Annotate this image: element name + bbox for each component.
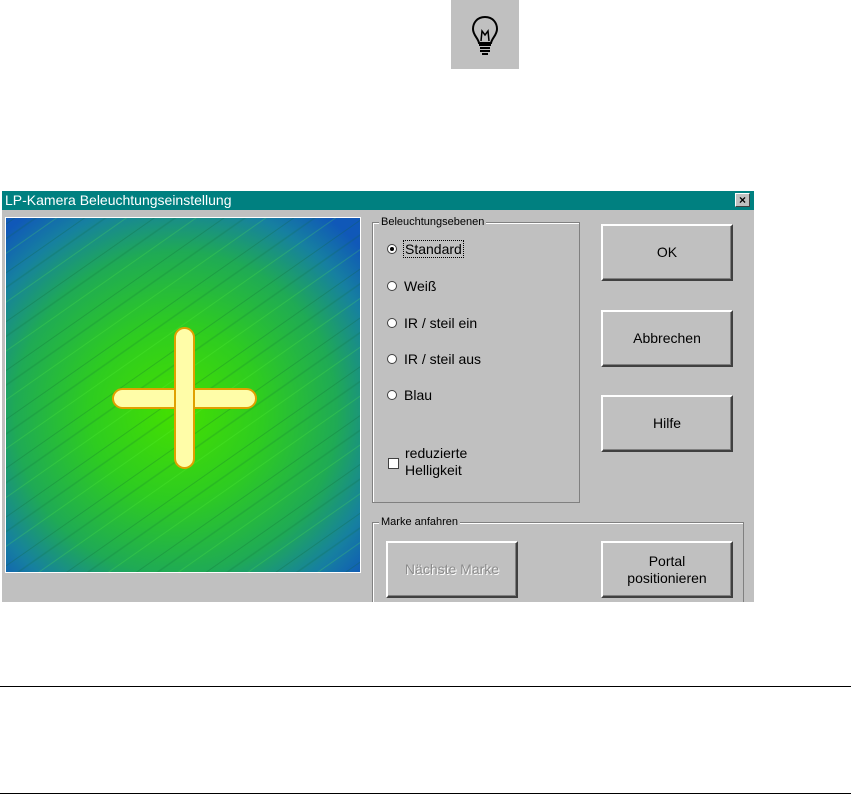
radio-button[interactable] — [387, 390, 397, 400]
dialog-titlebar[interactable]: LP-Kamera Beleuchtungseinstellung × — [2, 191, 754, 210]
close-icon: × — [738, 193, 746, 207]
dialog-title: LP-Kamera Beleuchtungseinstellung — [5, 192, 232, 208]
radio-button[interactable] — [387, 281, 397, 291]
position-portal-label-line2: positionieren — [627, 569, 707, 586]
lighting-levels-label: Beleuchtungsebenen — [379, 215, 487, 229]
radio-weiss[interactable]: Weiß — [387, 278, 436, 294]
next-mark-button[interactable]: Nächste Marke — [386, 541, 518, 598]
camera-image — [6, 218, 360, 572]
lightbulb-icon — [471, 15, 499, 55]
radio-ir-steil-ein[interactable]: IR / steil ein — [387, 315, 477, 331]
reduced-brightness-checkbox[interactable] — [388, 458, 399, 469]
lighting-settings-dialog: LP-Kamera Beleuchtungseinstellung × Bele… — [2, 191, 754, 602]
reduced-brightness-label-line1: reduzierte — [405, 445, 468, 461]
radio-button[interactable] — [387, 354, 397, 364]
reduced-brightness-label-line2: Helligkeit — [405, 462, 462, 478]
separator-line-top — [0, 686, 851, 687]
ok-button[interactable]: OK — [601, 224, 733, 281]
reduced-brightness-label[interactable]: reduzierte Helligkeit — [405, 445, 467, 479]
cancel-button[interactable]: Abbrechen — [601, 310, 733, 367]
radio-standard[interactable]: Standard — [387, 240, 464, 258]
lighting-toolbar-button[interactable] — [451, 0, 519, 69]
radio-label-weiss: Weiß — [404, 278, 437, 294]
help-button[interactable]: Hilfe — [601, 395, 733, 452]
position-portal-button[interactable]: Portal positionieren — [601, 541, 733, 598]
close-button[interactable]: × — [735, 193, 750, 207]
radio-button[interactable] — [387, 318, 397, 328]
radio-blau[interactable]: Blau — [387, 387, 432, 403]
radio-ir-steil-aus[interactable]: IR / steil aus — [387, 351, 481, 367]
radio-button-checked[interactable] — [387, 244, 397, 254]
radio-label-standard: Standard — [403, 240, 464, 258]
radio-label-ir-steil-ein: IR / steil ein — [404, 315, 478, 331]
camera-preview — [5, 217, 361, 573]
radio-label-blau: Blau — [404, 387, 433, 403]
position-portal-label-line1: Portal — [648, 552, 686, 569]
radio-label-ir-steil-aus: IR / steil aus — [404, 351, 482, 367]
approach-mark-label: Marke anfahren — [379, 515, 461, 529]
